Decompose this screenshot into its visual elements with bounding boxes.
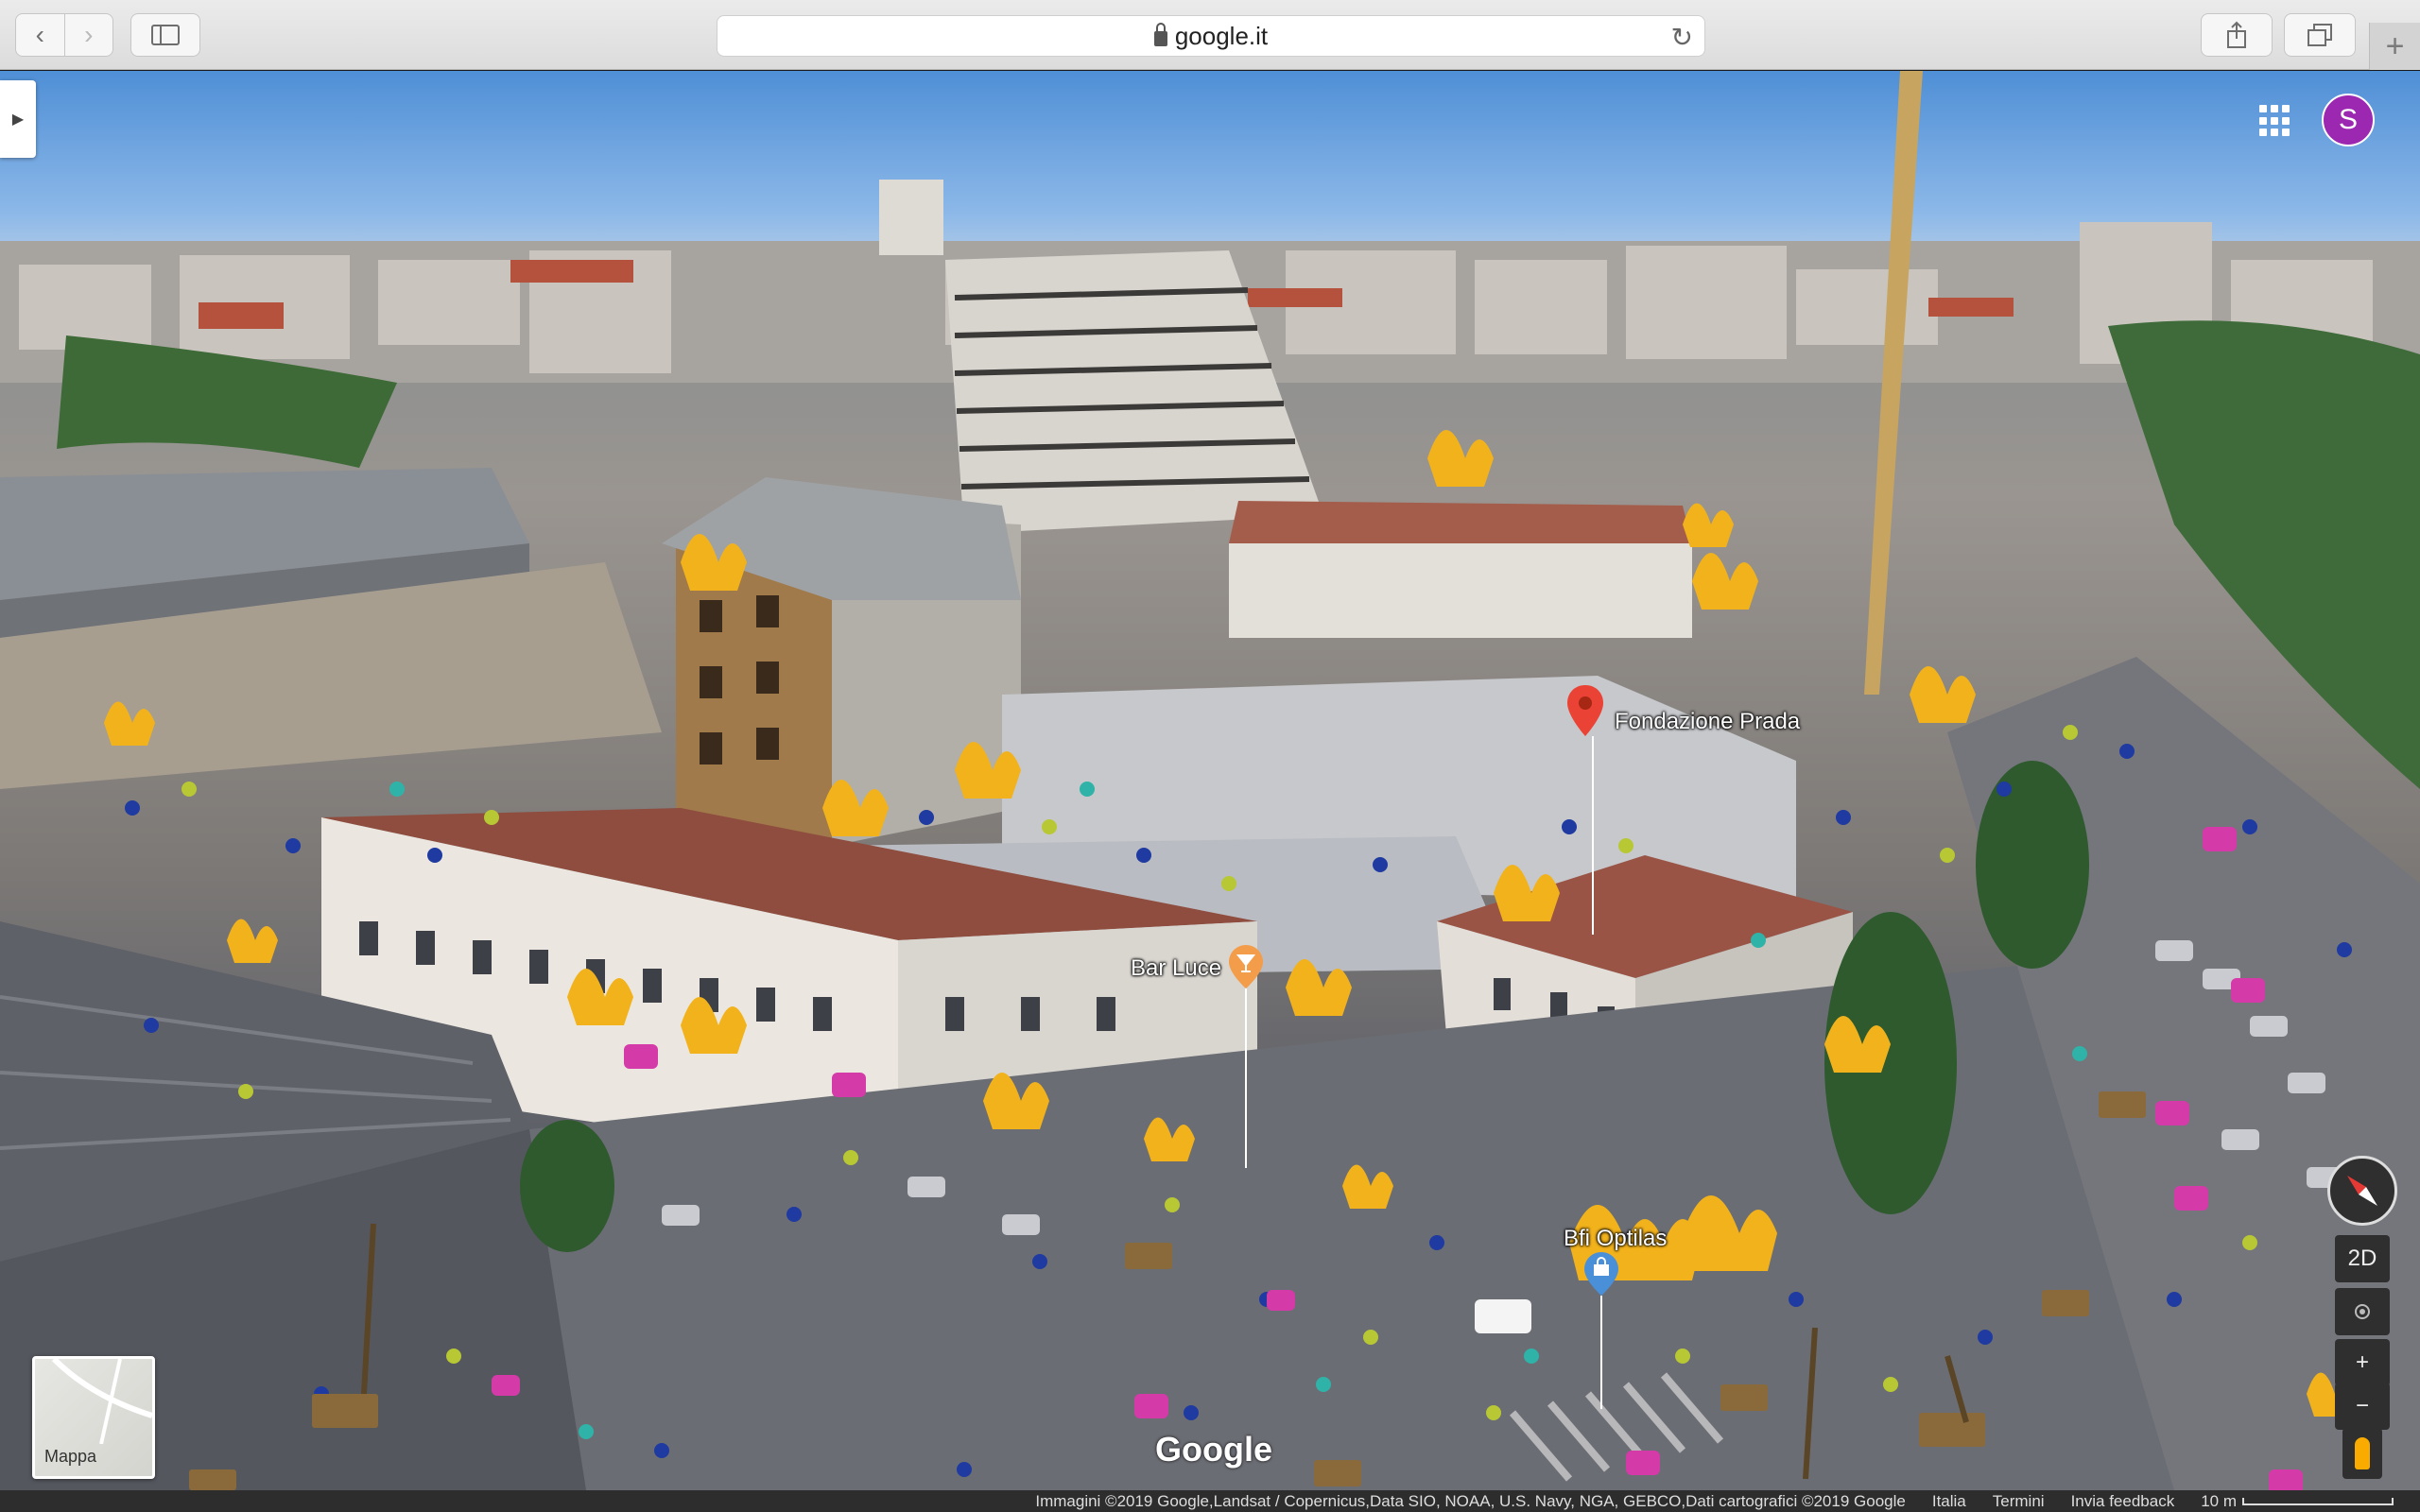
apps-grid-icon[interactable] <box>2259 105 2291 137</box>
place-label[interactable]: Bfi Optilas <box>1564 1226 1667 1252</box>
place-label[interactable]: Fondazione Prada <box>1615 709 1800 735</box>
chevron-left-icon: ‹ <box>35 20 44 49</box>
url-text: google.it <box>1174 21 1269 50</box>
scale-bar <box>2242 1498 2394 1506</box>
tabs-overview-button[interactable] <box>2284 13 2356 57</box>
map-3d-view[interactable]: ▶ S Fondazione Prada Bar Luce Bfi Optila… <box>0 71 2420 1490</box>
my-location-icon <box>2355 1304 2370 1319</box>
terms-link[interactable]: Termini <box>1979 1492 2058 1511</box>
back-button[interactable]: ‹ <box>16 14 64 56</box>
compass-needle-icon <box>2347 1176 2377 1206</box>
browser-toolbar: ‹ › google.it ↻ + <box>0 0 2420 70</box>
new-tab-button[interactable]: + <box>2369 23 2420 70</box>
scale-control[interactable]: 10 m <box>2187 1492 2407 1511</box>
tabs-overview-icon <box>2308 24 2332 46</box>
sidebar-toggle-button[interactable] <box>130 13 200 57</box>
history-buttons: ‹ › <box>15 13 113 57</box>
pin-stem <box>1600 1296 1602 1409</box>
reload-icon[interactable]: ↻ <box>1671 22 1693 53</box>
shopping-bag-pin-icon <box>1584 1252 1618 1296</box>
zoom-out-button[interactable]: − <box>2335 1383 2390 1430</box>
toggle-2d-button[interactable]: 2D <box>2335 1235 2390 1282</box>
plus-icon: + <box>2385 27 2405 64</box>
address-bar[interactable]: google.it ↻ <box>717 15 1705 57</box>
bar-pin-icon <box>1229 945 1263 988</box>
place-label[interactable]: Bar Luce <box>1131 955 1221 982</box>
map-thumbnail-preview <box>51 1356 153 1445</box>
pegman-icon[interactable] <box>2342 1428 2382 1479</box>
map-footer: Immagini ©2019 Google,Landsat / Copernic… <box>0 1490 2420 1512</box>
pin-stem <box>1245 988 1247 1168</box>
map-type-toggle[interactable]: Mappa <box>32 1356 155 1479</box>
google-logo: Google <box>1155 1430 1272 1469</box>
feedback-link[interactable]: Invia feedback <box>2058 1492 2188 1511</box>
scale-label: 10 m <box>2201 1491 2237 1510</box>
caret-right-icon: ▶ <box>11 112 25 128</box>
share-button[interactable] <box>2201 13 2273 57</box>
country-link[interactable]: Italia <box>1919 1492 1979 1511</box>
pin-stem <box>1592 736 1594 935</box>
my-location-button[interactable] <box>2335 1288 2390 1335</box>
share-icon <box>2227 21 2246 48</box>
map-type-label: Mappa <box>44 1447 97 1466</box>
satellite-3d-scene <box>0 71 2420 1490</box>
sidebar-icon <box>151 25 180 45</box>
red-pin-icon <box>1567 685 1603 736</box>
forward-button[interactable]: › <box>63 14 113 56</box>
account-avatar[interactable]: S <box>2322 94 2375 146</box>
compass-icon[interactable] <box>2327 1156 2397 1226</box>
lock-icon <box>1153 23 1167 46</box>
side-panel-toggle[interactable]: ▶ <box>0 80 36 158</box>
chevron-right-icon: › <box>84 20 94 49</box>
attribution-text: Immagini ©2019 Google,Landsat / Copernic… <box>1035 1491 1906 1510</box>
zoom-in-button[interactable]: + <box>2335 1339 2390 1386</box>
